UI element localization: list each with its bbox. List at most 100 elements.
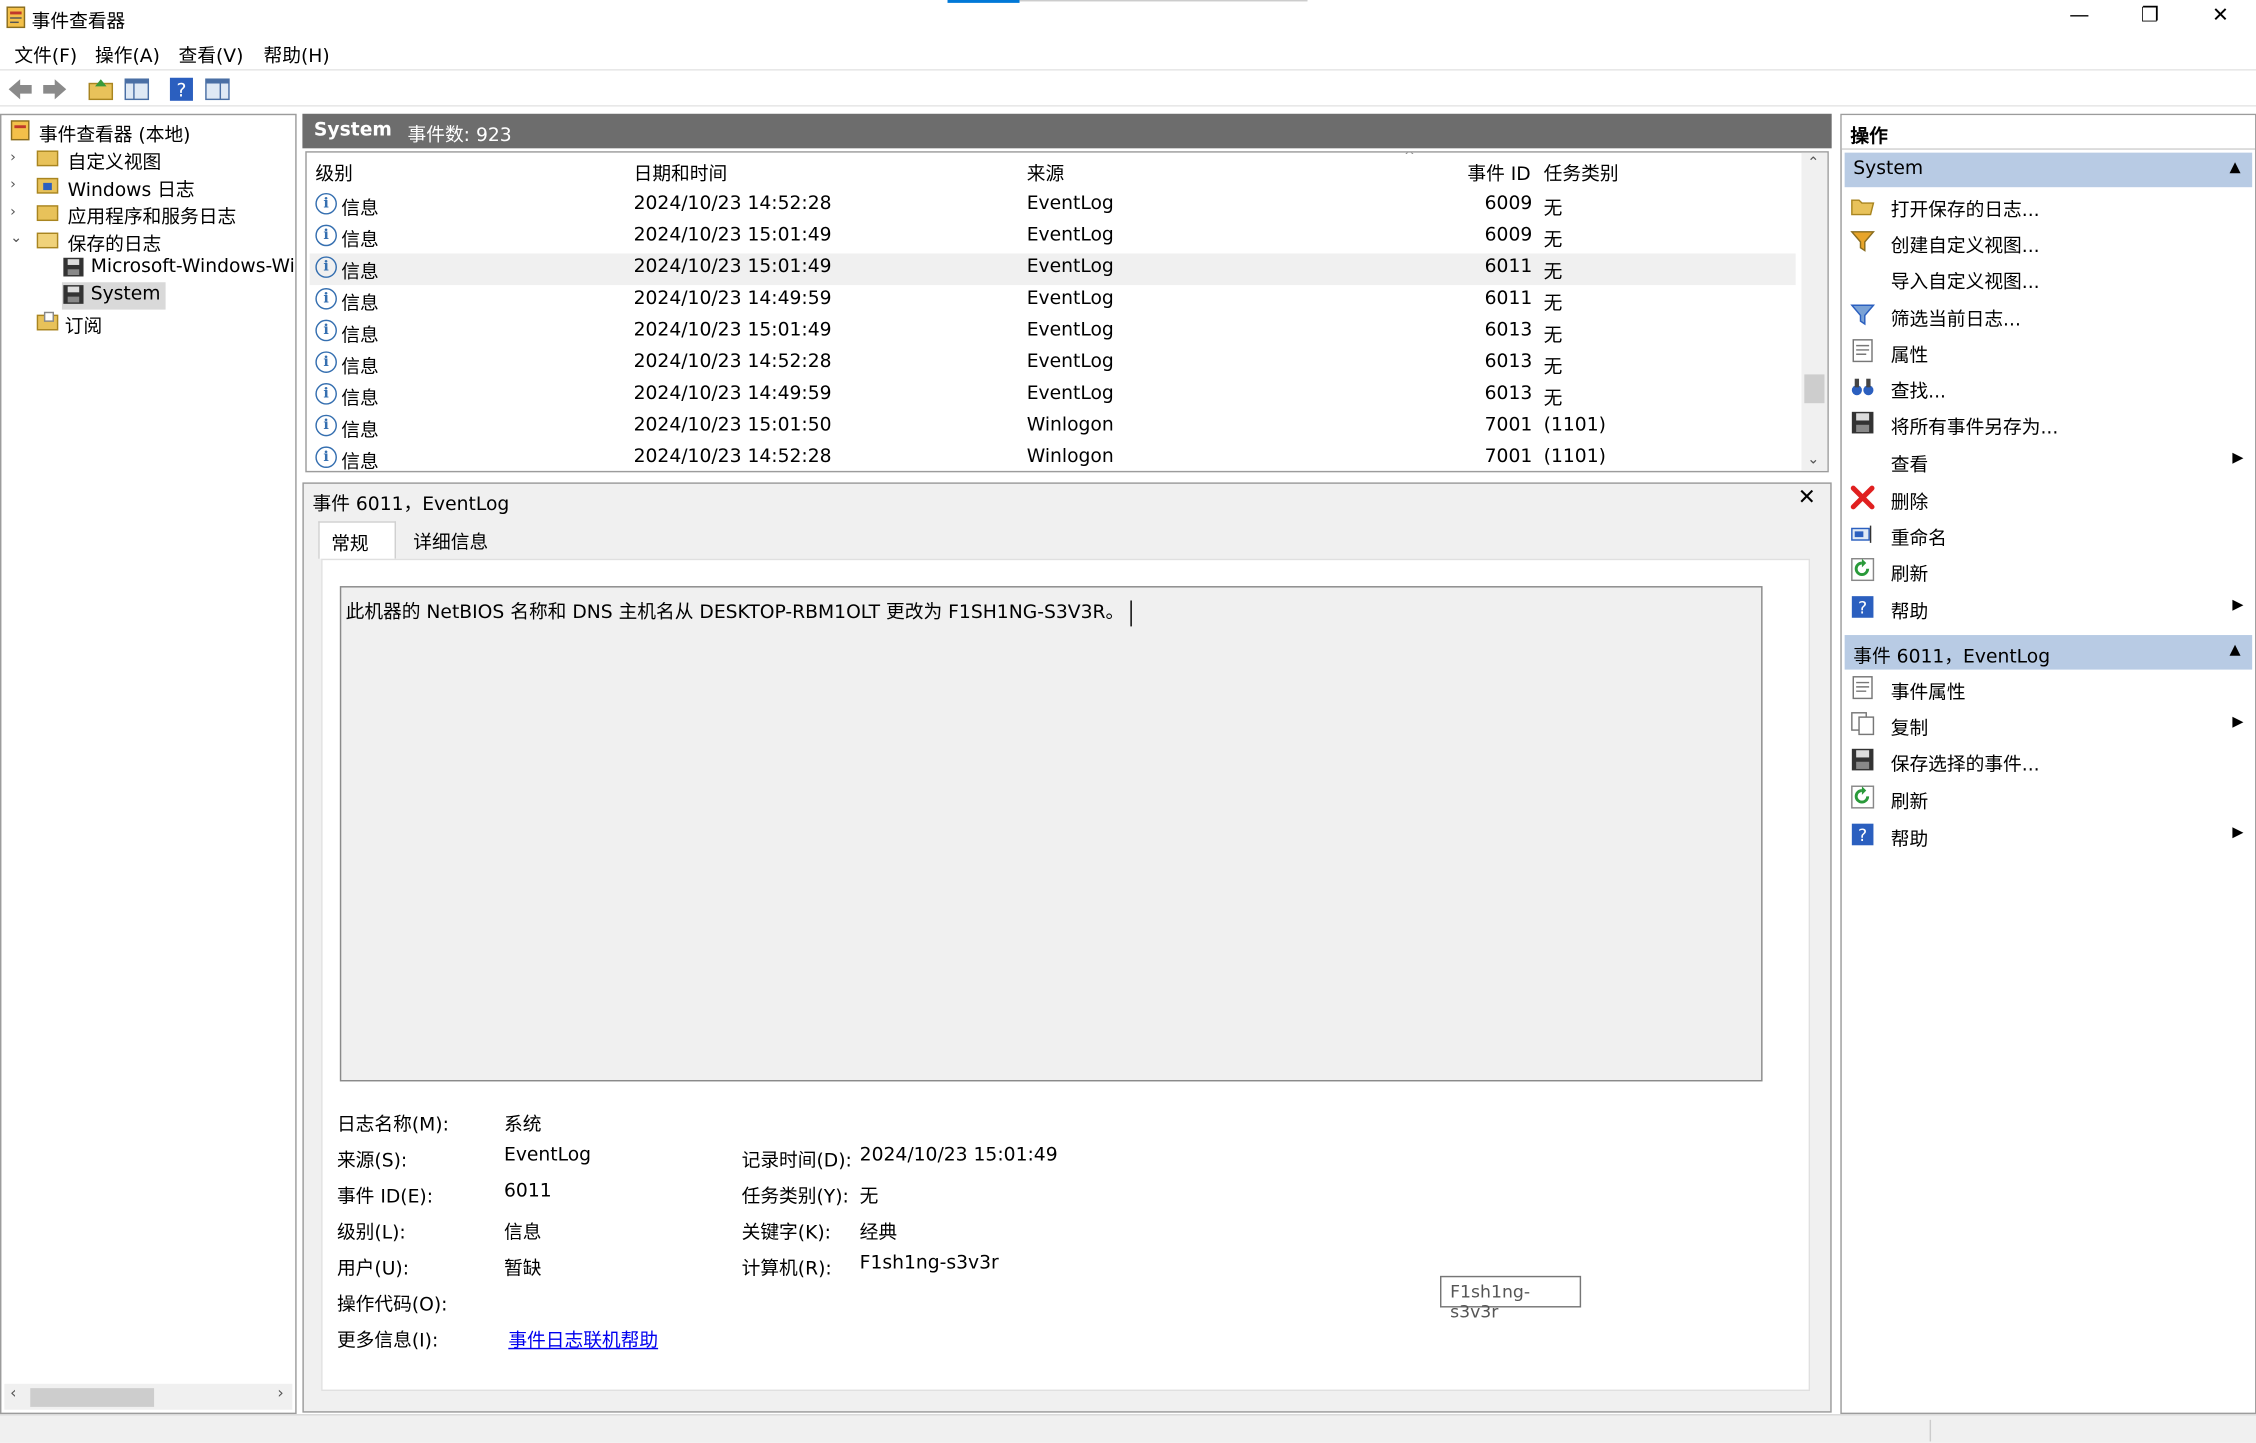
keywords-value[interactable]: 经典 xyxy=(860,1217,897,1245)
menu-action[interactable]: 操作(A) xyxy=(95,40,160,68)
tree-label: 自定义视图 xyxy=(67,152,162,175)
action-refresh[interactable]: 刷新 xyxy=(1845,553,2253,588)
action-copy[interactable]: 复制 ▶ xyxy=(1845,707,2253,742)
scrollbar-thumb[interactable] xyxy=(30,1388,155,1407)
task-value[interactable]: 无 xyxy=(860,1181,879,1209)
table-row[interactable]: i 信息 2024/10/23 14:52:28 EventLog 6013 无 xyxy=(310,348,1796,380)
collapse-section-icon[interactable]: ▲ xyxy=(2230,642,2241,658)
close-button[interactable]: ✕ xyxy=(2187,0,2253,35)
actions-section-event[interactable]: 事件 6011，EventLog ▲ xyxy=(1844,635,2253,670)
tree-horizontal-scrollbar[interactable]: ‹ › xyxy=(4,1383,293,1410)
show-action-pane-icon[interactable] xyxy=(203,75,232,104)
expand-arrow-icon[interactable]: › xyxy=(10,150,16,166)
cell-source: EventLog xyxy=(1026,192,1114,215)
table-row[interactable]: i 信息 2024/10/23 15:01:49 EventLog 6013 无 xyxy=(310,317,1796,349)
table-row[interactable]: i 信息 2024/10/23 15:01:50 Winlogon 7001 (1101) xyxy=(310,412,1796,444)
action-label: 复制 xyxy=(1890,718,1929,741)
online-help-link[interactable]: 事件日志联机帮助 xyxy=(508,1325,658,1353)
action-view[interactable]: 查看 ▶ xyxy=(1845,444,2253,479)
tab-general[interactable]: 常规 xyxy=(318,521,397,559)
cell-source: EventLog xyxy=(1026,288,1114,310)
refresh-icon xyxy=(1851,785,1875,809)
scroll-up-icon[interactable]: ⌃ xyxy=(1807,156,1819,172)
table-row-selected[interactable]: i 信息 2024/10/23 15:01:49 EventLog 6011 无 xyxy=(309,253,1796,286)
event-count: 事件数: 923 xyxy=(407,125,512,147)
action-import-custom-view[interactable]: 导入自定义视图... xyxy=(1845,261,2253,296)
action-delete[interactable]: 删除 xyxy=(1845,481,2253,516)
column-header-event-id[interactable]: 事件 ID xyxy=(1467,158,1530,186)
action-find[interactable]: 查找... xyxy=(1845,370,2253,405)
table-row[interactable]: i 信息 2024/10/23 14:52:28 Winlogon 7001 (1101) xyxy=(310,444,1796,471)
help-icon[interactable]: ? xyxy=(167,75,196,104)
computer-value[interactable]: F1sh1ng-s3v3r xyxy=(860,1253,999,1275)
rename-icon xyxy=(1851,525,1872,543)
action-label: 重命名 xyxy=(1890,528,1947,551)
action-filter-current-log[interactable]: 筛选当前日志... xyxy=(1845,298,2253,333)
show-hide-tree-icon[interactable] xyxy=(122,75,151,104)
tree-item-saved-log-microsoft[interactable]: Microsoft-Windows-Wir xyxy=(62,255,295,282)
collapse-arrow-icon[interactable]: ⌄ xyxy=(10,230,22,246)
action-label: 帮助 xyxy=(1890,601,1929,624)
cell-source: Winlogon xyxy=(1026,446,1114,469)
restore-button[interactable]: ❐ xyxy=(2117,0,2183,35)
tree-item-saved-log-system[interactable]: System xyxy=(61,282,166,310)
scroll-right-icon[interactable]: › xyxy=(277,1384,283,1403)
column-header-date[interactable]: 日期和时间 xyxy=(634,158,728,186)
table-row[interactable]: i 信息 2024/10/23 15:01:49 EventLog 6009 无 xyxy=(310,222,1796,254)
collapse-section-icon[interactable]: ▲ xyxy=(2230,160,2241,176)
logged-value[interactable]: 2024/10/23 15:01:49 xyxy=(860,1145,1058,1167)
menu-view[interactable]: 查看(V) xyxy=(179,40,244,68)
event-message-box[interactable]: 此机器的 NetBIOS 名称和 DNS 主机名从 DESKTOP-RBM1OL… xyxy=(339,586,1763,1082)
action-open-saved-log[interactable]: 打开保存的日志... xyxy=(1845,189,2253,224)
scroll-down-icon[interactable]: ⌄ xyxy=(1807,452,1819,468)
action-help[interactable]: ? 帮助 ▶ xyxy=(1845,590,2253,625)
action-help-event[interactable]: ? 帮助 ▶ xyxy=(1845,818,2253,853)
actions-section-system[interactable]: System ▲ xyxy=(1844,152,2253,188)
column-header-level[interactable]: 级别 xyxy=(315,158,352,186)
menu-help[interactable]: 帮助(H) xyxy=(264,40,330,68)
source-value[interactable]: EventLog xyxy=(504,1145,591,1167)
action-label: 将所有事件另存为... xyxy=(1890,417,2059,440)
level-value[interactable]: 信息 xyxy=(504,1217,541,1245)
minimize-button[interactable]: — xyxy=(2046,0,2112,35)
log-name-value[interactable]: 系统 xyxy=(504,1109,541,1137)
general-tab-body: 此机器的 NetBIOS 名称和 DNS 主机名从 DESKTOP-RBM1OL… xyxy=(321,558,1811,1392)
cell-source: EventLog xyxy=(1026,224,1114,247)
svg-text:?: ? xyxy=(1858,826,1867,846)
action-refresh-event[interactable]: 刷新 xyxy=(1845,780,2253,815)
cell-event-id: 7001 xyxy=(1484,414,1533,437)
user-value[interactable]: 暂缺 xyxy=(504,1253,541,1281)
toolbar: ? xyxy=(0,69,2256,107)
event-id-value[interactable]: 6011 xyxy=(504,1181,552,1203)
scrollbar-thumb[interactable] xyxy=(1804,374,1825,404)
scroll-left-icon[interactable]: ‹ xyxy=(10,1384,16,1403)
action-create-custom-view[interactable]: 创建自定义视图... xyxy=(1845,225,2253,260)
table-row[interactable]: i 信息 2024/10/23 14:52:28 EventLog 6009 无 xyxy=(310,190,1796,222)
expand-arrow-icon[interactable]: › xyxy=(10,177,16,193)
event-list-vertical-scrollbar[interactable]: ⌃ ⌄ xyxy=(1801,152,1828,471)
up-folder-icon[interactable] xyxy=(86,75,115,104)
action-rename[interactable]: 重命名 xyxy=(1845,517,2253,552)
actions-pane: 操作 System ▲ 打开保存的日志... 创建自定义视图... 导入自定义视… xyxy=(1840,113,2256,1415)
cell-source: Winlogon xyxy=(1026,414,1114,437)
cell-task: 无 xyxy=(1543,198,1563,221)
action-properties[interactable]: 属性 xyxy=(1845,334,2253,369)
back-icon[interactable] xyxy=(6,75,35,104)
expand-arrow-icon[interactable]: › xyxy=(10,204,16,220)
more-info-label: 更多信息(I): xyxy=(336,1330,439,1353)
column-header-source[interactable]: 来源 xyxy=(1027,158,1064,186)
action-event-properties[interactable]: 事件属性 xyxy=(1845,671,2253,706)
event-message[interactable]: 此机器的 NetBIOS 名称和 DNS 主机名从 DESKTOP-RBM1OL… xyxy=(346,596,1132,626)
cell-date: 2024/10/23 14:52:28 xyxy=(633,351,832,373)
detail-close-icon[interactable]: ✕ xyxy=(1798,484,1816,510)
keywords-label: 关键字(K): xyxy=(741,1222,831,1245)
tree-label: 保存的日志 xyxy=(67,234,162,257)
tab-details[interactable]: 详细信息 xyxy=(402,521,503,558)
table-row[interactable]: i 信息 2024/10/23 14:49:59 EventLog 6013 无 xyxy=(310,380,1796,412)
menu-file[interactable]: 文件(F) xyxy=(14,40,77,68)
action-save-all-events[interactable]: 将所有事件另存为... xyxy=(1845,406,2253,441)
table-row[interactable]: i 信息 2024/10/23 14:49:59 EventLog 6011 无 xyxy=(310,285,1796,317)
action-save-selected-events[interactable]: 保存选择的事件... xyxy=(1845,743,2253,778)
forward-icon[interactable] xyxy=(40,75,69,104)
column-header-task[interactable]: 任务类别 xyxy=(1544,158,1619,186)
